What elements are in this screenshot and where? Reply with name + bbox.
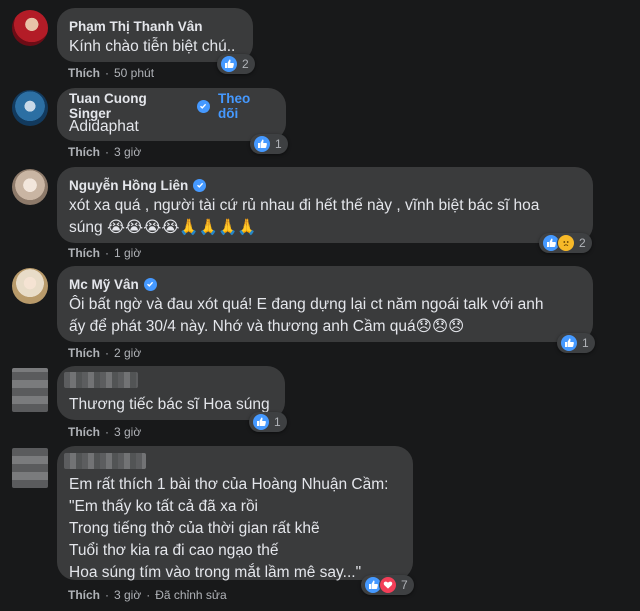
- timestamp[interactable]: 1 giờ: [114, 246, 141, 260]
- reaction-count: 1: [582, 336, 589, 350]
- reaction-count: 2: [579, 236, 586, 250]
- comment-text: xót xa quá , người tài cứ rủ nhau đi hết…: [69, 197, 540, 236]
- comment-text: Kính chào tiễn biệt chú..: [69, 38, 236, 55]
- avatar[interactable]: [12, 169, 48, 205]
- separator-dot: ·: [105, 246, 109, 260]
- comment-meta: Thích · 2 giờ: [68, 346, 141, 360]
- comment-text: Thương tiếc bác sĩ Hoa súng: [69, 396, 270, 413]
- reaction-summary[interactable]: 1: [250, 134, 288, 154]
- reaction-summary[interactable]: 7: [361, 575, 414, 595]
- timestamp[interactable]: 3 giờ: [114, 588, 141, 602]
- reaction-count: 7: [401, 578, 408, 592]
- comment-bubble: Tuan Cuong Singer Theo dõi Adidaphat: [57, 88, 286, 141]
- comment-text: Ôi bất ngờ và đau xót quá! E đang dựng l…: [69, 296, 544, 335]
- blurred-name: [64, 453, 146, 469]
- reaction-summary[interactable]: 2: [217, 54, 255, 74]
- avatar[interactable]: [12, 448, 48, 488]
- commenter-name[interactable]: Mc Mỹ Vân: [69, 277, 139, 292]
- sad-icon: [557, 234, 575, 252]
- like-icon: [253, 135, 271, 153]
- reaction-summary[interactable]: 1: [249, 412, 287, 432]
- timestamp[interactable]: 3 giờ: [114, 425, 141, 439]
- like-link[interactable]: Thích: [68, 246, 100, 260]
- reaction-summary[interactable]: 2: [539, 233, 592, 253]
- like-link[interactable]: Thích: [68, 66, 100, 80]
- comment-meta: Thích · 3 giờ · Đã chỉnh sửa: [68, 588, 227, 602]
- avatar[interactable]: [12, 268, 48, 304]
- timestamp[interactable]: 50 phút: [114, 66, 154, 80]
- like-link[interactable]: Thích: [68, 145, 100, 159]
- like-link[interactable]: Thích: [68, 425, 100, 439]
- verified-badge-icon: [193, 178, 207, 192]
- comment-bubble: Nguyễn Hồng Liên xót xa quá , người tài …: [57, 167, 593, 243]
- reaction-count: 2: [242, 57, 249, 71]
- separator-dot: ·: [105, 588, 109, 602]
- timestamp[interactable]: 3 giờ: [114, 145, 141, 159]
- comment-meta: Thích · 1 giờ: [68, 246, 141, 260]
- like-icon: [220, 55, 238, 73]
- timestamp[interactable]: 2 giờ: [114, 346, 141, 360]
- separator-dot: ·: [105, 346, 109, 360]
- like-link[interactable]: Thích: [68, 346, 100, 360]
- reaction-count: 1: [275, 137, 282, 151]
- verified-badge-icon: [197, 99, 210, 113]
- commenter-name[interactable]: Nguyễn Hồng Liên: [69, 178, 188, 193]
- comment-bubble: Mc Mỹ Vân Ôi bất ngờ và đau xót quá! E đ…: [57, 266, 593, 342]
- comment-meta: Thích · 50 phút: [68, 66, 154, 80]
- separator-dot: ·: [105, 66, 109, 80]
- verified-badge-icon: [143, 277, 157, 291]
- avatar[interactable]: [12, 90, 48, 126]
- love-icon: [379, 576, 397, 594]
- reaction-count: 1: [274, 415, 281, 429]
- like-link[interactable]: Thích: [68, 588, 100, 602]
- comment-meta: Thích · 3 giờ: [68, 425, 141, 439]
- blurred-name: [64, 372, 138, 388]
- reaction-summary[interactable]: 1: [557, 333, 595, 353]
- separator-dot: ·: [146, 588, 151, 602]
- like-icon: [560, 334, 578, 352]
- comment-meta: Thích · 3 giờ: [68, 145, 141, 159]
- separator-dot: ·: [105, 145, 109, 159]
- follow-button[interactable]: Theo dõi: [218, 91, 274, 121]
- edited-label: Đã chỉnh sửa: [155, 588, 227, 602]
- avatar[interactable]: [12, 10, 48, 46]
- like-icon: [252, 413, 270, 431]
- commenter-name[interactable]: Phạm Thị Thanh Vân: [69, 19, 203, 34]
- avatar[interactable]: [12, 368, 48, 412]
- comment-text: Em rất thích 1 bài thơ của Hoàng Nhuận C…: [69, 476, 389, 581]
- separator-dot: ·: [105, 425, 109, 439]
